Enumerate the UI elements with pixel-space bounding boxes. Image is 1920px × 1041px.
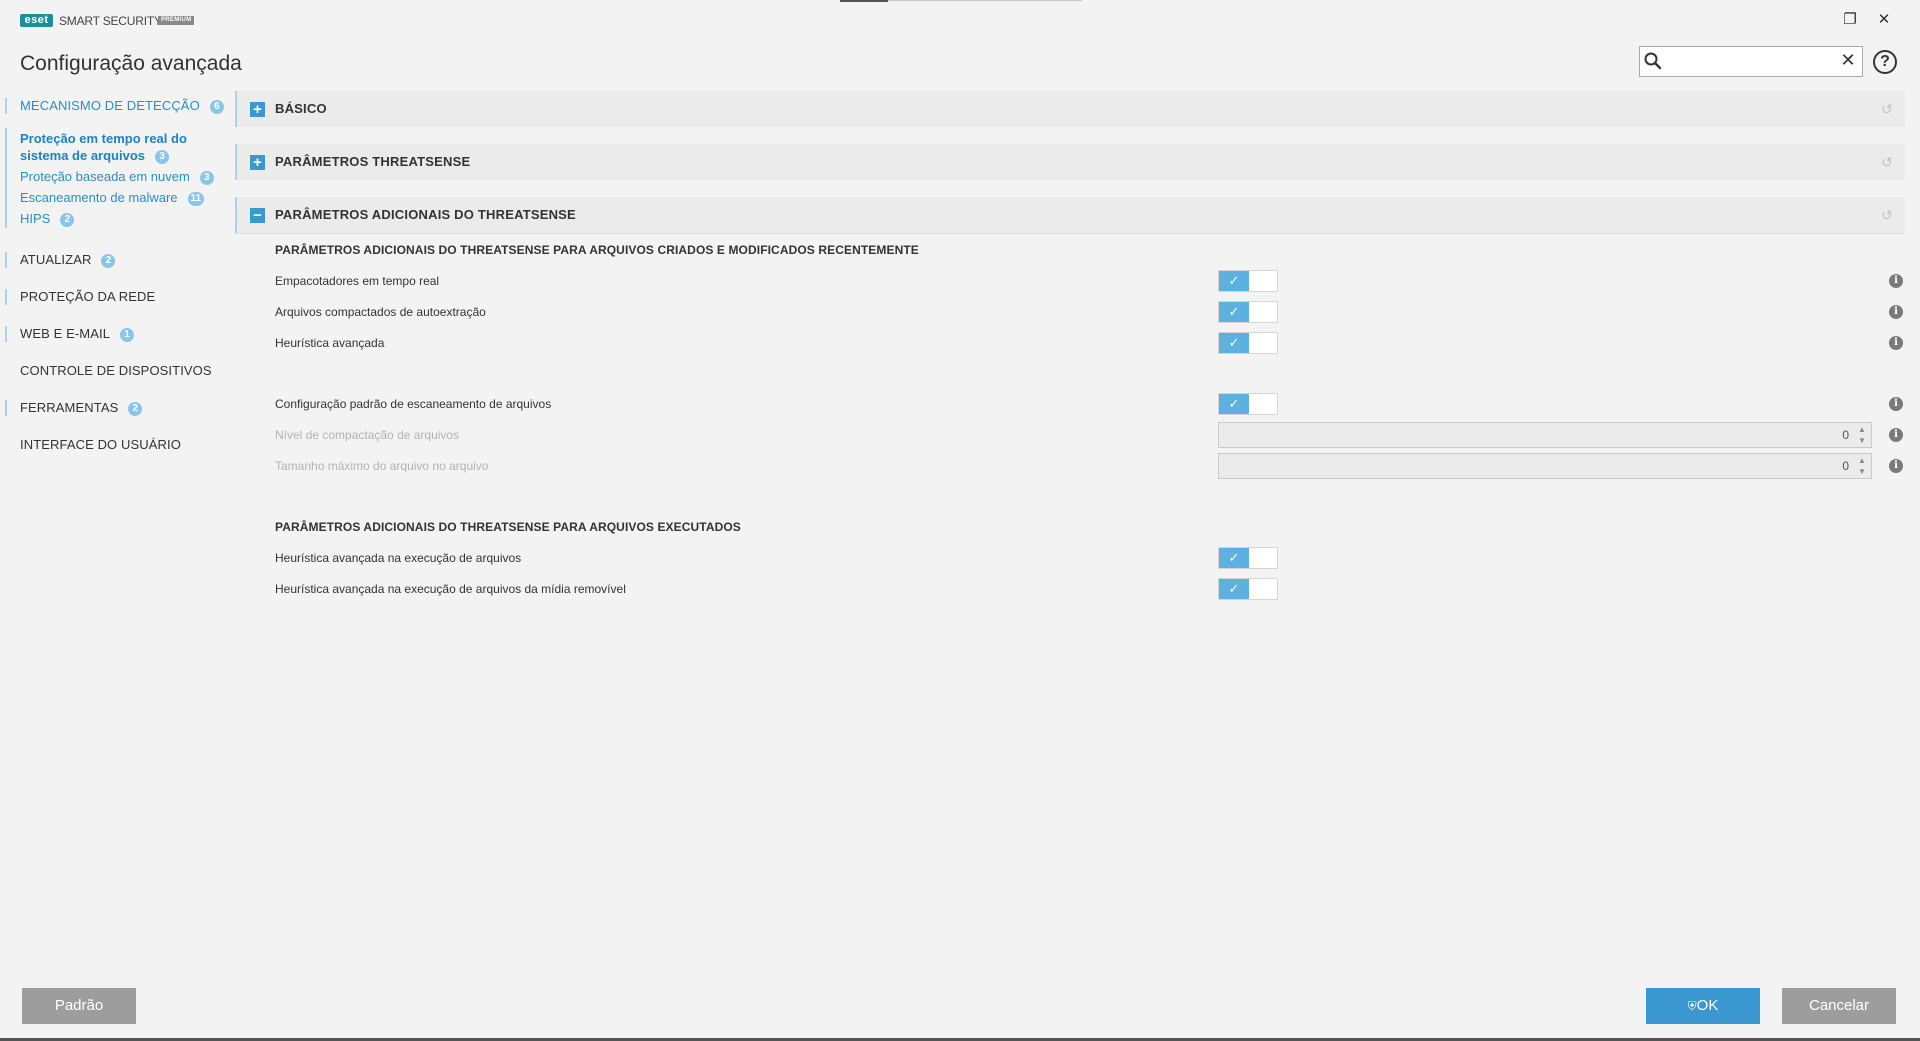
clear-search-icon[interactable]: ✕	[1838, 50, 1858, 70]
count-badge: 11	[187, 192, 205, 206]
expand-plus-icon: +	[250, 155, 265, 170]
info-icon[interactable]: i	[1889, 274, 1903, 288]
sidebar-item-label: Proteção em tempo real do	[20, 131, 187, 146]
toggle-self-extracting-archives[interactable]: ✓	[1218, 301, 1278, 323]
check-icon: ✓	[1219, 302, 1249, 322]
section-additional-threatsense-header[interactable]: − PARÂMETROS ADICIONAIS DO THREATSENSE ↺	[235, 197, 1905, 233]
count-badge: 2	[101, 254, 116, 268]
toggle-runtime-packers[interactable]: ✓	[1218, 270, 1278, 292]
sidebar-item-hips[interactable]: HIPS 2	[5, 210, 75, 227]
check-icon: ✓	[1219, 394, 1249, 414]
info-icon[interactable]: i	[1889, 459, 1903, 473]
sidebar-item-label-line2: sistema de arquivos	[20, 148, 145, 163]
option-label: Heurística avançada na execução de arqui…	[275, 582, 626, 596]
sidebar-item-tools[interactable]: FERRAMENTAS 2	[5, 400, 143, 416]
search-icon	[1644, 52, 1662, 70]
sidebar-item-label: WEB E E-MAIL	[20, 326, 111, 341]
ok-button-label: OK	[1696, 997, 1719, 1014]
sidebar-item-label: HIPS	[20, 211, 51, 226]
max-archive-file-size-stepper[interactable]: 0 ▲ ▼	[1218, 453, 1872, 479]
check-icon: ✓	[1219, 579, 1249, 599]
sidebar-item-update[interactable]: ATUALIZAR 2	[5, 252, 116, 268]
expand-plus-icon: +	[250, 102, 265, 117]
stepper-value: 0	[1842, 459, 1849, 473]
section-title: BÁSICO	[275, 101, 327, 116]
sidebar-item-web-email[interactable]: WEB E E-MAIL 1	[5, 326, 135, 342]
revert-icon[interactable]: ↺	[1879, 207, 1895, 223]
toggle-advanced-heuristics[interactable]: ✓	[1218, 332, 1278, 354]
section-title: PARÂMETROS ADICIONAIS DO THREATSENSE	[275, 207, 576, 222]
sidebar-item-user-interface[interactable]: INTERFACE DO USUÁRIO	[5, 437, 181, 453]
option-label: Heurística avançada na execução de arqui…	[275, 551, 522, 565]
sidebar-item-network-protection[interactable]: PROTEÇÃO DA REDE	[5, 289, 155, 305]
option-label: Heurística avançada	[275, 336, 385, 350]
sidebar-item-malware-scan[interactable]: Escaneamento de malware 11	[5, 189, 205, 206]
sidebar-item-detection-engine[interactable]: MECANISMO DE DETECÇÃO 6	[5, 98, 224, 114]
check-icon: ✓	[1219, 548, 1249, 568]
stepper-arrows-icon[interactable]: ▲ ▼	[1855, 455, 1869, 477]
group-title-executed-files: PARÂMETROS ADICIONAIS DO THREATSENSE PAR…	[275, 520, 741, 534]
option-label: Arquivos compactados de autoextração	[275, 305, 486, 319]
default-button[interactable]: Padrão	[22, 988, 136, 1024]
sidebar-item-label: PROTEÇÃO DA REDE	[20, 289, 156, 304]
count-badge: 1	[120, 328, 135, 342]
product-tier-badge: PREMIUM	[158, 16, 195, 25]
shield-icon: ⛨	[1687, 999, 1697, 1013]
option-label: Tamanho máximo do arquivo no arquivo	[275, 459, 489, 473]
sidebar-item-label: Escaneamento de malware	[20, 190, 178, 205]
sidebar-item-label: MECANISMO DE DETECÇÃO	[20, 98, 200, 113]
collapse-minus-icon: −	[250, 208, 265, 223]
revert-icon[interactable]: ↺	[1879, 101, 1895, 117]
stepper-arrows-icon[interactable]: ▲ ▼	[1855, 424, 1869, 446]
count-badge: 2	[60, 213, 75, 227]
ok-button[interactable]: ⛨OK	[1646, 988, 1760, 1024]
info-icon[interactable]: i	[1889, 336, 1903, 350]
title-tab-indicator	[840, 0, 888, 2]
product-name: SMART SECURITY	[59, 14, 162, 28]
count-badge: 2	[128, 402, 143, 416]
sidebar-item-label: Proteção baseada em nuvem	[20, 169, 190, 184]
restore-window-icon[interactable]: ❐	[1842, 12, 1858, 28]
eset-logo: eset	[20, 14, 53, 27]
toggle-heuristics-file-execution[interactable]: ✓	[1218, 547, 1278, 569]
section-basic-header[interactable]: + BÁSICO ↺	[235, 91, 1905, 127]
info-icon[interactable]: i	[1889, 397, 1903, 411]
option-label: Empacotadores em tempo real	[275, 274, 440, 288]
group-title-recent-files: PARÂMETROS ADICIONAIS DO THREATSENSE PAR…	[275, 243, 919, 257]
search-input[interactable]	[1668, 51, 1828, 72]
count-badge: 6	[209, 100, 224, 114]
sidebar-item-label: FERRAMENTAS	[20, 400, 119, 415]
page-title: Configuração avançada	[20, 52, 242, 75]
sidebar-item-realtime-protection[interactable]: Proteção em tempo real do sistema de arq…	[5, 130, 187, 164]
option-label: Nível de compactação de arquivos	[275, 428, 460, 442]
check-icon: ✓	[1219, 333, 1249, 353]
sidebar-item-label: CONTROLE DE DISPOSITIVOS	[20, 363, 212, 378]
sidebar-item-device-control[interactable]: CONTROLE DE DISPOSITIVOS	[5, 363, 212, 379]
sidebar-item-cloud-protection[interactable]: Proteção baseada em nuvem 3	[5, 168, 214, 185]
section-title: PARÂMETROS THREATSENSE	[275, 154, 471, 169]
toggle-default-archive-scan-settings[interactable]: ✓	[1218, 393, 1278, 415]
close-window-icon[interactable]: ✕	[1876, 12, 1892, 28]
section-threatsense-header[interactable]: + PARÂMETROS THREATSENSE ↺	[235, 144, 1905, 180]
count-badge: 3	[199, 171, 214, 185]
cancel-button[interactable]: Cancelar	[1782, 988, 1896, 1024]
count-badge: 3	[155, 150, 169, 164]
search-field[interactable]	[1639, 46, 1863, 77]
info-icon[interactable]: i	[1889, 305, 1903, 319]
title-tab-track	[888, 0, 1082, 1]
check-icon: ✓	[1219, 271, 1249, 291]
info-icon[interactable]: i	[1889, 428, 1903, 442]
sidebar-item-label: ATUALIZAR	[20, 252, 92, 267]
section-divider	[235, 233, 1905, 234]
sidebar-item-label: INTERFACE DO USUÁRIO	[20, 437, 181, 452]
archive-nesting-level-stepper[interactable]: 0 ▲ ▼	[1218, 422, 1872, 448]
stepper-value: 0	[1842, 428, 1849, 442]
revert-icon[interactable]: ↺	[1879, 154, 1895, 170]
option-label: Configuração padrão de escaneamento de a…	[275, 397, 552, 411]
help-icon[interactable]: ?	[1873, 50, 1897, 74]
toggle-heuristics-removable-media[interactable]: ✓	[1218, 578, 1278, 600]
